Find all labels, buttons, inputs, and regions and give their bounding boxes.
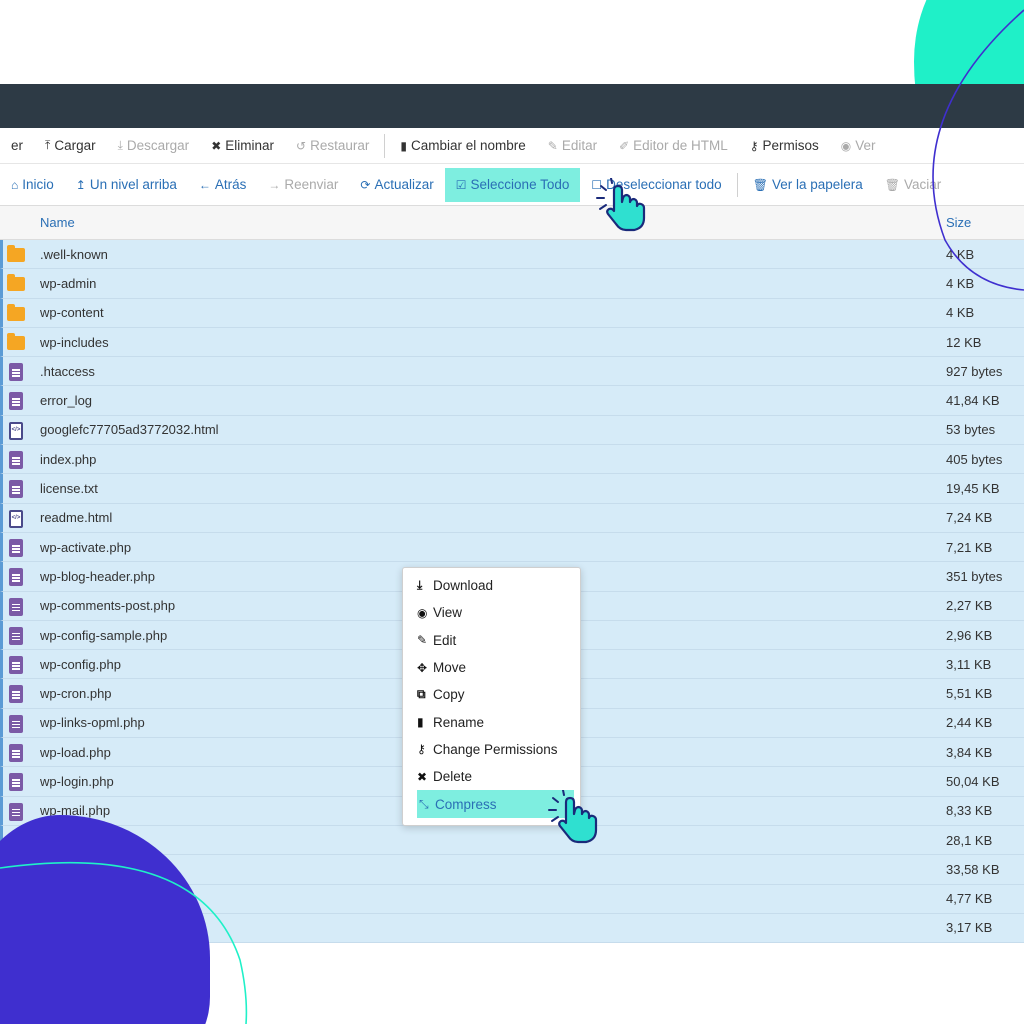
decorative-curves (0, 9, 1024, 1024)
